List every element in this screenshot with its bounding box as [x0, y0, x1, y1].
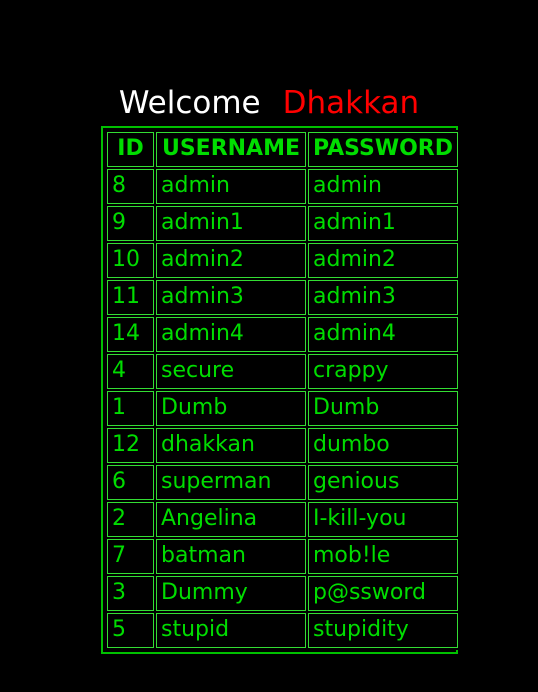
table-row: 4 secure crappy: [107, 354, 458, 389]
cell-username: admin1: [156, 206, 306, 241]
credentials-table: ID USERNAME PASSWORD 8 admin admin 9 admin1 a…: [105, 130, 460, 650]
cell-username: admin2: [156, 243, 306, 278]
cell-username: Dumb: [156, 391, 306, 426]
cell-password: I-kill-you: [308, 502, 458, 537]
table-row: 14 admin4 admin4: [107, 317, 458, 352]
cell-password: mob!le: [308, 539, 458, 574]
table-row: 3 Dummy p@ssword: [107, 576, 458, 611]
cell-id: 6: [107, 465, 154, 500]
cell-id: 3: [107, 576, 154, 611]
cell-password: admin1: [308, 206, 458, 241]
table-header: ID USERNAME PASSWORD: [107, 132, 458, 167]
table-row: 12 dhakkan dumbo: [107, 428, 458, 463]
table-row: 1 Dumb Dumb: [107, 391, 458, 426]
cell-username: superman: [156, 465, 306, 500]
table-body: 8 admin admin 9 admin1 admin1 10 admin2 admin2 11…: [107, 169, 458, 648]
cell-id: 9: [107, 206, 154, 241]
page-title: Welcome Dhakkan: [0, 84, 538, 122]
cell-id: 11: [107, 280, 154, 315]
table-row: 6 superman genious: [107, 465, 458, 500]
cell-id: 14: [107, 317, 154, 352]
cell-id: 7: [107, 539, 154, 574]
table-row: 10 admin2 admin2: [107, 243, 458, 278]
cell-password: stupidity: [308, 613, 458, 648]
cell-password: admin2: [308, 243, 458, 278]
cell-password: admin: [308, 169, 458, 204]
cell-password: p@ssword: [308, 576, 458, 611]
cell-username: admin: [156, 169, 306, 204]
cell-password: dumbo: [308, 428, 458, 463]
cell-username: admin3: [156, 280, 306, 315]
table-row: 2 Angelina I-kill-you: [107, 502, 458, 537]
cell-username: Dummy: [156, 576, 306, 611]
cell-id: 5: [107, 613, 154, 648]
cell-id: 2: [107, 502, 154, 537]
credentials-table-container: ID USERNAME PASSWORD 8 admin admin 9 admin1 a…: [101, 126, 460, 654]
cell-username: batman: [156, 539, 306, 574]
cell-id: 4: [107, 354, 154, 389]
welcome-label: Welcome: [118, 85, 261, 121]
cell-id: 12: [107, 428, 154, 463]
cell-username: stupid: [156, 613, 306, 648]
cell-password: admin3: [308, 280, 458, 315]
column-header-password: PASSWORD: [308, 132, 458, 167]
cell-password: crappy: [308, 354, 458, 389]
table-row: 8 admin admin: [107, 169, 458, 204]
column-header-username: USERNAME: [156, 132, 306, 167]
table-row: 11 admin3 admin3: [107, 280, 458, 315]
cell-username: admin4: [156, 317, 306, 352]
cell-username: Angelina: [156, 502, 306, 537]
table-row: 5 stupid stupidity: [107, 613, 458, 648]
cell-password: genious: [308, 465, 458, 500]
table-row: 7 batman mob!le: [107, 539, 458, 574]
cell-id: 1: [107, 391, 154, 426]
cell-password: admin4: [308, 317, 458, 352]
page-root: Welcome Dhakkan ID USERNAME PASSWORD 8 adm…: [0, 0, 538, 692]
cell-username: secure: [156, 354, 306, 389]
cell-id: 10: [107, 243, 154, 278]
cell-password: Dumb: [308, 391, 458, 426]
table-row: 9 admin1 admin1: [107, 206, 458, 241]
cell-id: 8: [107, 169, 154, 204]
table-header-row: ID USERNAME PASSWORD: [107, 132, 458, 167]
username-label: Dhakkan: [282, 85, 420, 121]
column-header-id: ID: [107, 132, 154, 167]
cell-username: dhakkan: [156, 428, 306, 463]
